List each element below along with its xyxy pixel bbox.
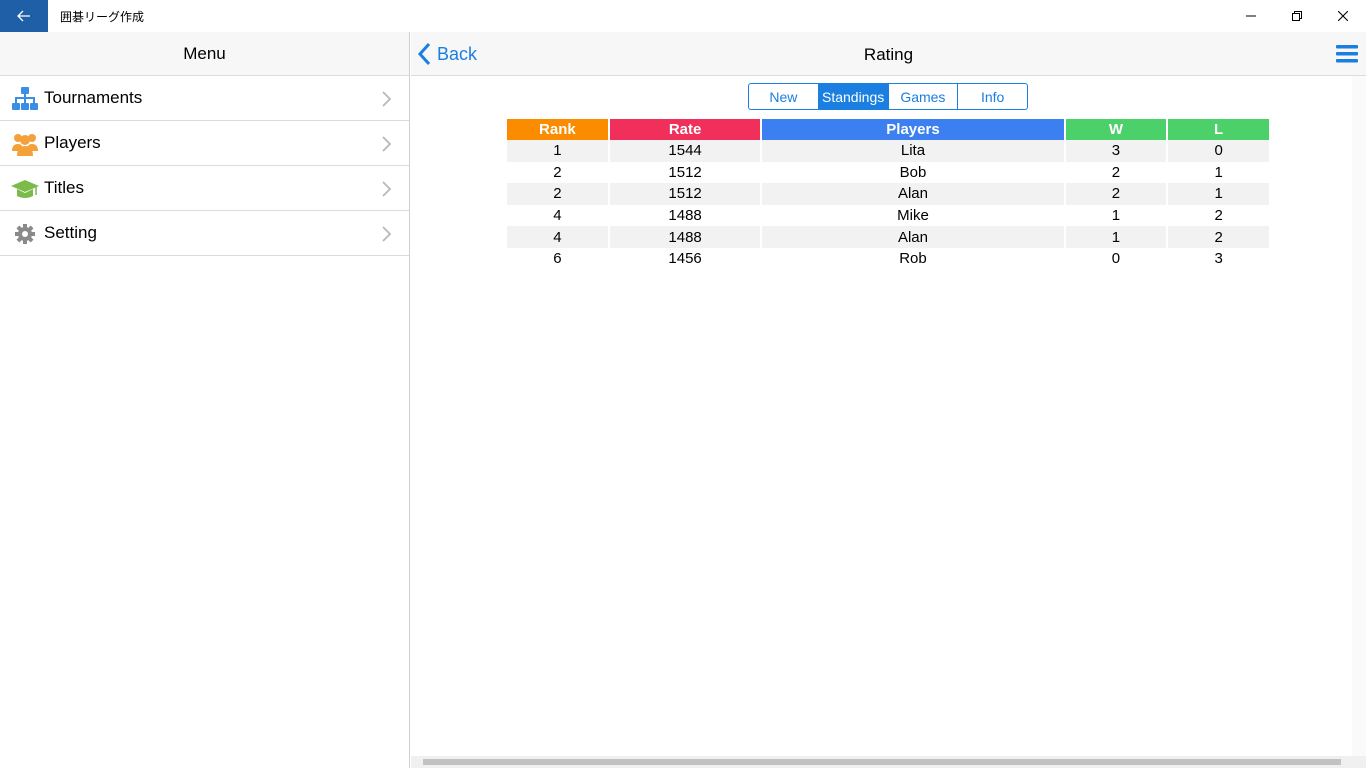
graduation-cap-icon xyxy=(11,180,39,198)
cell-rate: 1456 xyxy=(668,250,702,268)
restore-icon xyxy=(1292,11,1302,21)
side-menu: Menu Tournaments Players Titles Setting xyxy=(0,32,410,768)
window-title: 囲碁リーグ作成 xyxy=(60,10,145,24)
hamburger-menu-icon[interactable] xyxy=(1336,44,1358,64)
vertical-scroll-track[interactable] xyxy=(1352,76,1366,756)
column-header-wins[interactable]: W xyxy=(1065,119,1167,140)
cell-player: Lita xyxy=(762,140,1064,162)
cell-wins: 0 xyxy=(1111,250,1121,268)
cell-wins: 3 xyxy=(1065,140,1167,162)
horizontal-scroll-thumb[interactable] xyxy=(423,759,1341,765)
cell-wins: 2 xyxy=(1065,183,1167,205)
segment-standings[interactable]: Standings xyxy=(818,84,889,109)
cell-player: Alan xyxy=(762,183,1064,205)
cell-rate: 1488 xyxy=(668,207,702,225)
cell-losses: 2 xyxy=(1168,226,1269,248)
menu-header: Menu xyxy=(0,32,409,76)
table-row[interactable]: 4 1488 Mike 1 2 xyxy=(507,205,1269,227)
cell-losses: 1 xyxy=(1168,183,1269,205)
window-titlebar: 囲碁リーグ作成 xyxy=(0,0,1366,32)
menu-item-label: Setting xyxy=(44,223,97,242)
main-panel: Back Rating New Standings Games Info Ran… xyxy=(411,32,1366,768)
nav-bar: Back Rating xyxy=(411,32,1366,76)
cell-rate: 1512 xyxy=(609,183,761,205)
restore-button[interactable] xyxy=(1274,0,1320,32)
minimize-button[interactable] xyxy=(1228,0,1274,32)
chevron-right-icon xyxy=(382,226,392,242)
standings-table: Rank Rate Players W L 1 1544 Lita 3 0 2 … xyxy=(505,119,1271,270)
page-title: Rating xyxy=(863,45,914,64)
gear-icon xyxy=(15,224,35,244)
table-row[interactable]: 4 1488 Alan 1 2 xyxy=(507,226,1269,248)
close-icon xyxy=(1338,11,1348,21)
cell-losses: 3 xyxy=(1214,250,1223,268)
cell-rate: 1512 xyxy=(668,163,702,181)
cell-losses: 0 xyxy=(1168,140,1269,162)
minimize-icon xyxy=(1246,15,1256,17)
segment-new[interactable]: New xyxy=(749,84,819,109)
close-button[interactable] xyxy=(1320,0,1366,32)
chevron-right-icon xyxy=(382,136,392,152)
cell-rank: 2 xyxy=(553,163,562,181)
table-row[interactable]: 1 1544 Lita 3 0 xyxy=(507,140,1269,162)
cell-rank: 6 xyxy=(553,250,562,268)
table-row[interactable]: 6 1456 Rob 0 3 xyxy=(507,248,1269,270)
table-row[interactable]: 2 1512 Alan 2 1 xyxy=(507,183,1269,205)
menu-item-label: Tournaments xyxy=(44,88,143,107)
column-header-rate[interactable]: Rate xyxy=(609,119,761,140)
cell-rate: 1488 xyxy=(609,226,761,248)
horizontal-scrollbar[interactable] xyxy=(411,756,1366,768)
tournament-tree-icon xyxy=(12,87,38,110)
cell-player: Rob xyxy=(899,250,927,268)
window-back-button[interactable] xyxy=(0,0,48,32)
cell-player: Mike xyxy=(897,207,929,225)
cell-rank: 4 xyxy=(507,226,608,248)
cell-wins: 1 xyxy=(1065,226,1167,248)
chevron-right-icon xyxy=(382,91,392,107)
cell-rate: 1544 xyxy=(609,140,761,162)
table-row[interactable]: 2 1512 Bob 2 1 xyxy=(507,162,1269,184)
view-segmented-control: New Standings Games Info xyxy=(748,83,1028,110)
menu-item-players[interactable]: Players xyxy=(0,121,409,166)
segment-games[interactable]: Games xyxy=(889,84,959,109)
menu-item-label: Players xyxy=(44,133,101,152)
chevron-right-icon xyxy=(382,181,392,197)
cell-wins: 1 xyxy=(1111,207,1121,225)
cell-losses: 2 xyxy=(1214,207,1223,225)
menu-item-titles[interactable]: Titles xyxy=(0,166,409,211)
cell-rank: 2 xyxy=(507,183,608,205)
menu-item-setting[interactable]: Setting xyxy=(0,211,409,256)
column-header-rank[interactable]: Rank xyxy=(507,119,608,140)
menu-item-label: Titles xyxy=(44,178,84,197)
cell-rank: 4 xyxy=(553,207,562,225)
cell-losses: 1 xyxy=(1214,163,1223,181)
column-header-losses[interactable]: L xyxy=(1168,119,1269,140)
cell-player: Bob xyxy=(899,163,927,181)
players-group-icon xyxy=(12,134,38,156)
column-header-players[interactable]: Players xyxy=(762,119,1064,140)
cell-wins: 2 xyxy=(1111,163,1121,181)
table-header-row: Rank Rate Players W L xyxy=(507,119,1269,140)
cell-player: Alan xyxy=(762,226,1064,248)
segment-info[interactable]: Info xyxy=(958,84,1027,109)
menu-item-tournaments[interactable]: Tournaments xyxy=(0,76,409,121)
cell-rank: 1 xyxy=(507,140,608,162)
arrow-left-icon xyxy=(17,10,30,22)
